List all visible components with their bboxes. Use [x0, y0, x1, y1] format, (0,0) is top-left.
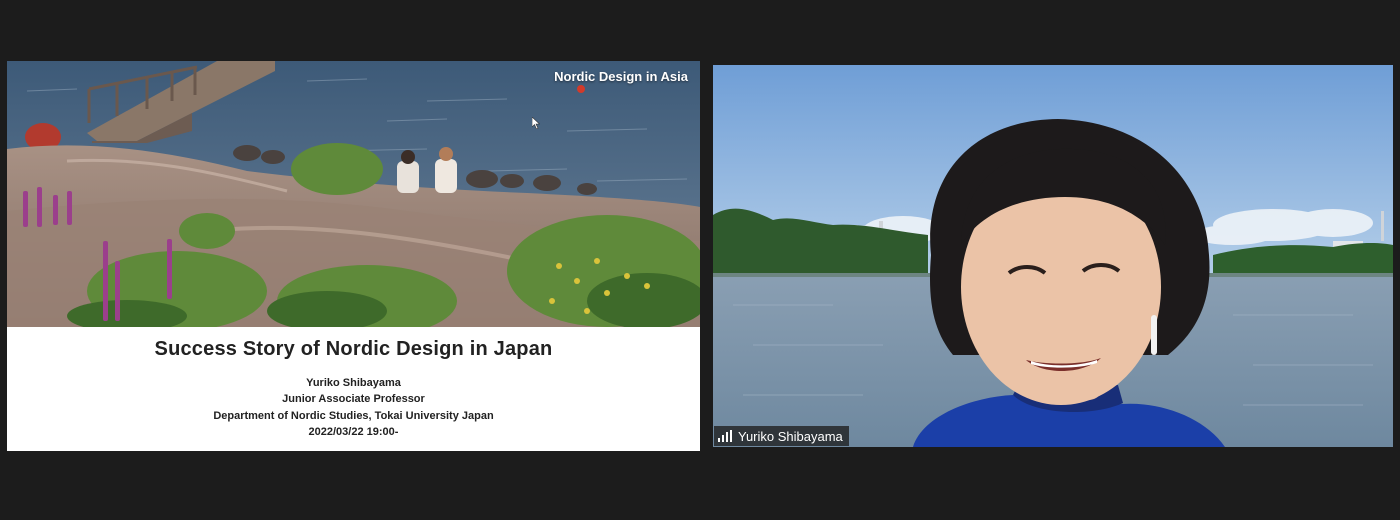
event-datetime: 2022/03/22 19:00-: [308, 425, 399, 438]
signal-bars-icon: [718, 430, 732, 442]
participant-video-tile[interactable]: Yuriko Shibayama: [713, 65, 1393, 447]
seaside-rocks-photo: [7, 61, 700, 327]
presenter-name: Yuriko Shibayama: [306, 377, 401, 389]
presenter-affiliation: Department of Nordic Studies, Tokai Univ…: [213, 409, 494, 422]
participant-video-feed: [713, 65, 1393, 447]
slide-details: Yuriko Shibayama Junior Associate Profes…: [7, 375, 700, 440]
shared-screen-slide: Nordic Design in Asia Success Story of N…: [7, 61, 700, 451]
participant-name: Yuriko Shibayama: [738, 428, 843, 444]
participant-name-tag: Yuriko Shibayama: [714, 426, 849, 446]
slide-photo-caption: Nordic Design in Asia: [554, 69, 688, 84]
mouse-pointer-icon: [532, 117, 540, 129]
slide-title: Success Story of Nordic Design in Japan: [154, 338, 553, 360]
slide-text-area: Success Story of Nordic Design in Japan …: [7, 327, 700, 451]
presenter-title: Junior Associate Professor: [282, 393, 425, 406]
